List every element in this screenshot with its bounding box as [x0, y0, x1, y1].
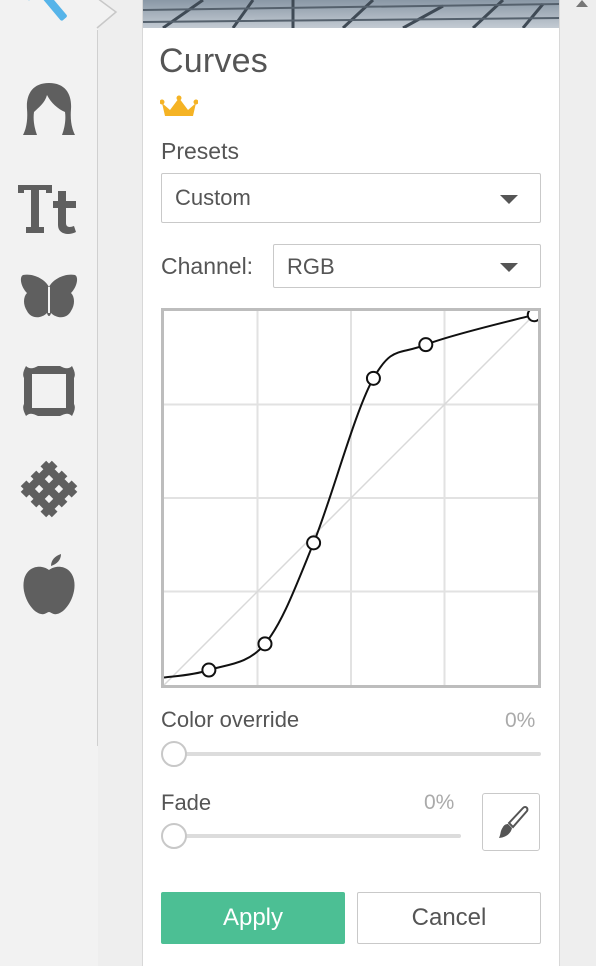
color-override-value: 0% — [505, 709, 536, 732]
fade-label: Fade — [161, 790, 212, 815]
presets-value: Custom — [175, 185, 251, 210]
curve-line — [163, 313, 535, 679]
chevron-down-icon — [500, 263, 518, 272]
curve-control-point[interactable] — [306, 535, 322, 551]
channel-value: RGB — [287, 254, 335, 279]
curve-control-point[interactable] — [418, 337, 434, 353]
magic-wand-icon[interactable] — [16, 0, 82, 40]
text-icon[interactable] — [16, 174, 82, 240]
channel-dropdown[interactable]: RGB — [273, 244, 541, 288]
photo-thumbnail — [143, 0, 559, 28]
frame-icon[interactable] — [16, 358, 82, 424]
presets-dropdown[interactable]: Custom — [161, 173, 541, 223]
color-override-label: Color override — [161, 707, 300, 732]
curve-control-point[interactable] — [365, 370, 381, 386]
curves-canvas[interactable] — [163, 307, 542, 686]
fade-value: 0% — [424, 791, 455, 814]
panel-title: Curves — [159, 42, 268, 80]
curves-panel: Curves Presets Custom Channel: RGB Color… — [142, 0, 560, 966]
curve-control-point[interactable] — [201, 662, 217, 678]
channel-label: Channel: — [161, 253, 254, 279]
color-override-slider-handle[interactable] — [161, 741, 187, 767]
color-override-track[interactable] — [183, 752, 541, 756]
curve-control-point[interactable] — [257, 636, 273, 652]
tool-rail — [0, 0, 118, 966]
premium-crown-icon — [160, 95, 198, 116]
fade-track[interactable] — [183, 834, 461, 838]
presets-label: Presets — [161, 138, 239, 164]
brush-icon — [499, 805, 529, 838]
cancel-button[interactable]: Cancel — [357, 892, 541, 944]
apply-button[interactable]: Apply — [161, 892, 345, 944]
butterfly-icon[interactable] — [16, 265, 82, 331]
fade-slider-handle[interactable] — [161, 823, 187, 849]
rail-divider — [97, 30, 98, 746]
scroll-up-icon[interactable] — [576, 0, 588, 7]
curve-control-point[interactable] — [526, 307, 542, 323]
face-icon[interactable] — [16, 76, 82, 142]
curves-graph[interactable] — [161, 307, 542, 688]
texture-icon[interactable] — [16, 456, 82, 522]
apple-icon[interactable] — [16, 552, 82, 618]
active-tool-notch — [96, 0, 118, 29]
chevron-down-icon — [500, 195, 518, 204]
brush-button[interactable] — [482, 793, 540, 851]
